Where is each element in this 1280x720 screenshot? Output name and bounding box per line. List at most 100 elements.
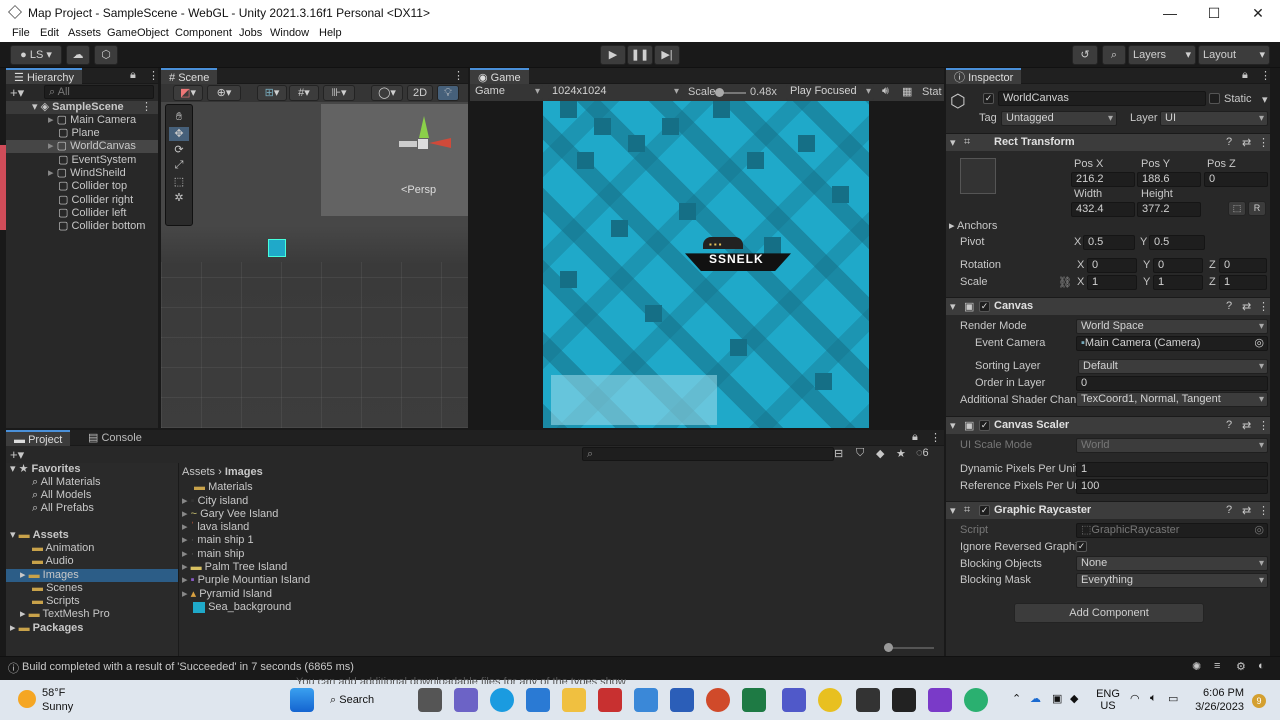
activity-icon[interactable]: ◐ <box>1258 660 1265 672</box>
orientation-gizmo[interactable] <box>393 116 453 176</box>
blueprint-button[interactable]: ⬚ <box>1228 201 1246 216</box>
debug-icon[interactable]: ✺ <box>1192 660 1201 673</box>
object-active-checkbox[interactable]: ✓ <box>983 93 994 104</box>
tray-app-icon[interactable]: ▣ <box>1052 692 1062 705</box>
tag-dropdown[interactable]: Untagged <box>1001 111 1117 126</box>
stats-icon[interactable]: ▦ <box>902 85 912 98</box>
search-button[interactable]: ⌕ <box>1102 45 1126 65</box>
hand-tool-icon[interactable]: ✋︎ <box>169 111 189 125</box>
powerpoint-icon[interactable] <box>706 688 730 712</box>
posx-field[interactable]: 216.2 <box>1071 172 1135 187</box>
pause-button[interactable]: ❚❚ <box>627 45 653 65</box>
cache-icon[interactable]: ⚙ <box>1236 660 1246 673</box>
edge-dev-icon[interactable] <box>964 688 988 712</box>
onedrive-icon[interactable]: ☁ <box>1030 692 1041 705</box>
notification-badge[interactable]: 9 <box>1252 694 1266 708</box>
icon-size-slider[interactable] <box>884 643 934 652</box>
more-menu-icon[interactable]: ⋮ <box>1258 300 1269 313</box>
width-field[interactable]: 432.4 <box>1071 202 1135 217</box>
tray-icon-3[interactable]: ◆ <box>1070 692 1078 705</box>
layers-dropdown[interactable]: Layers ▾ <box>1128 45 1196 65</box>
project-create-button[interactable]: +▾ <box>10 447 24 463</box>
packages-row[interactable]: ▸ ▬ Packages <box>10 622 83 635</box>
word-icon[interactable] <box>670 688 694 712</box>
rect-tool-icon[interactable]: ⬚ <box>169 175 189 189</box>
rot-z-field[interactable]: 0 <box>1219 258 1267 273</box>
history-button[interactable]: ↺ <box>1072 45 1098 65</box>
hierarchy-search[interactable]: ⌕ All <box>44 85 154 99</box>
maximize-button[interactable]: ☐ <box>1192 2 1236 24</box>
menu-window[interactable]: Window <box>270 27 309 39</box>
menu-jobs[interactable]: Jobs <box>239 27 262 39</box>
scene-root-row[interactable]: ▾ ◈ SampleScene ⋮ <box>6 101 158 114</box>
edge-icon[interactable] <box>490 688 514 712</box>
hierarchy-item-collider-top[interactable]: ▢ Collider top <box>58 180 127 193</box>
increment-dropdown[interactable]: ⊪▾ <box>323 85 355 101</box>
assets-row[interactable]: ▾ ▬ Assets <box>10 529 69 542</box>
menu-help[interactable]: Help <box>319 27 342 39</box>
menu-file[interactable]: File <box>12 27 30 39</box>
volume-icon[interactable]: 🔈︎ <box>1150 692 1157 705</box>
status-message[interactable]: Build completed with a result of 'Succee… <box>22 661 354 673</box>
rect-transform-header[interactable]: ▾ ⌗ Rect Transform ? ⇄ ⋮ <box>946 133 1270 151</box>
worldcanvas-gizmo[interactable] <box>268 239 286 257</box>
file-explorer-icon[interactable] <box>562 688 586 712</box>
clock[interactable]: 6:06 PM 3/26/2023 <box>1192 686 1244 714</box>
preset-icon[interactable]: ⇄ <box>1242 136 1251 149</box>
file-purple-mountian-island[interactable]: ▸ ▪ Purple Mountian Island <box>182 574 310 587</box>
lock-icon[interactable]: 🔒︎ <box>130 69 136 82</box>
mail-icon[interactable] <box>526 688 550 712</box>
scene-canvas[interactable]: ✋︎ ✥ ⟳ ⤢ ⬚ ✲ <Persp <box>161 102 468 428</box>
file-city-island[interactable]: ▸ ▪ City island <box>182 495 248 508</box>
folder-scenes[interactable]: ▬ Scenes <box>32 582 83 595</box>
file-palm-tree-island[interactable]: ▸ ▬ Palm Tree Island <box>182 561 287 574</box>
object-name-field[interactable]: WorldCanvas <box>998 91 1206 106</box>
more-menu-icon[interactable]: ⋮ <box>1260 69 1271 82</box>
tab-project[interactable]: ▬ Project <box>6 430 71 446</box>
favorites-row[interactable]: ▾ ★ Favorites <box>10 463 80 476</box>
menu-edit[interactable]: Edit <box>40 27 59 39</box>
unity-editor-icon[interactable] <box>892 688 916 712</box>
collab-button[interactable]: ⬡ <box>94 45 118 65</box>
search-by-type-icon[interactable]: ⊟ <box>834 447 843 460</box>
account-dropdown[interactable]: ● LS ▾ <box>10 45 62 65</box>
anchor-preset-box[interactable] <box>960 158 996 194</box>
raycaster-enabled-checkbox[interactable]: ✓ <box>979 505 990 516</box>
target-icon[interactable]: ◎ <box>1254 337 1264 350</box>
scale-z-field[interactable]: 1 <box>1219 275 1267 290</box>
battery-icon[interactable]: ▭ <box>1168 692 1178 705</box>
preset-icon[interactable]: ⇄ <box>1242 300 1251 313</box>
language-indicator[interactable]: ENG US <box>1096 688 1120 712</box>
sorting-layer-dropdown[interactable]: Default <box>1078 359 1268 374</box>
scale-slider[interactable] <box>715 88 746 97</box>
static-dropdown-icon[interactable]: ▾ <box>1262 93 1268 106</box>
chrome-icon[interactable] <box>818 688 842 712</box>
file-main-ship[interactable]: ▸ · main ship <box>182 548 244 561</box>
graphic-raycaster-header[interactable]: ▾ ⌗ ✓ Graphic Raycaster ? ⇄ ⋮ <box>946 501 1270 519</box>
help-icon[interactable]: ? <box>1226 504 1232 516</box>
file-sea-background[interactable]: Sea_background <box>193 601 291 614</box>
raw-edit-button[interactable]: R <box>1248 201 1266 216</box>
search-box[interactable]: ⌕ Search <box>330 688 410 712</box>
more-menu-icon[interactable]: ⋮ <box>1258 504 1269 517</box>
weather-widget[interactable]: 58°F Sunny <box>16 686 116 714</box>
hierarchy-item-main-camera[interactable]: ▸ ▢ Main Camera <box>48 114 136 127</box>
display-dropdown[interactable]: Game <box>471 85 543 100</box>
tab-game[interactable]: ◉ Game <box>470 68 529 84</box>
stats-label[interactable]: Stat <box>922 86 942 98</box>
preset-icon[interactable]: ⇄ <box>1242 419 1251 432</box>
more-menu-icon[interactable]: ⋮ <box>148 69 159 82</box>
menu-assets[interactable]: Assets <box>68 27 101 39</box>
persp-label[interactable]: <Persp <box>401 184 436 196</box>
lighting-button[interactable]: 💡︎ <box>437 85 459 101</box>
excel-icon[interactable] <box>742 688 766 712</box>
lock-icon[interactable]: 🔒︎ <box>912 431 918 444</box>
tab-console[interactable]: ▤ Console <box>80 430 150 446</box>
rotate-tool-icon[interactable]: ⟳ <box>169 143 189 157</box>
tab-scene[interactable]: # Scene <box>161 68 218 84</box>
progress-icon[interactable]: ≡ <box>1214 660 1220 672</box>
resolution-dropdown[interactable]: 1024x1024 <box>548 85 682 100</box>
transform-tool-icon[interactable]: ✲ <box>169 191 189 205</box>
canvas-scaler-enabled-checkbox[interactable]: ✓ <box>979 420 990 431</box>
fav-all-models[interactable]: ⌕ All Models <box>32 489 91 502</box>
